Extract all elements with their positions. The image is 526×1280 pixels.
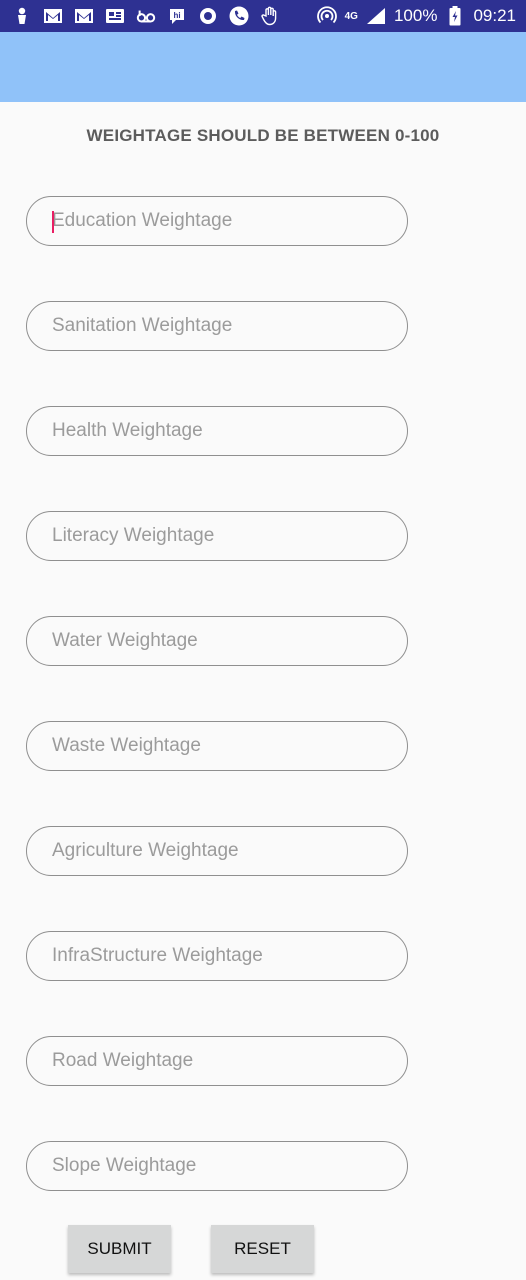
gmail-icon [43, 7, 63, 25]
water-weightage-field[interactable] [26, 616, 408, 666]
agriculture-weightage-input[interactable] [52, 840, 407, 862]
hike-icon: hi [167, 7, 187, 25]
phone-call-icon [229, 6, 249, 26]
signal-icon [366, 7, 386, 25]
clock: 09:21 [473, 6, 516, 25]
hand-icon [260, 6, 280, 26]
voicemail-icon [136, 7, 156, 25]
battery-percent: 100% [393, 6, 438, 25]
waste-weightage-input[interactable] [52, 735, 407, 757]
health-weightage-input[interactable] [52, 420, 407, 442]
text-cursor [52, 211, 54, 233]
notification-icons: hi [12, 6, 280, 26]
water-weightage-input[interactable] [52, 630, 407, 652]
submit-button[interactable]: SUBMIT [68, 1225, 171, 1273]
waste-weightage-field[interactable] [26, 721, 408, 771]
hotspot-icon [316, 6, 337, 25]
infrastructure-weightage-input[interactable] [52, 945, 407, 967]
app-bar [0, 32, 526, 102]
infrastructure-weightage-field[interactable] [26, 931, 408, 981]
network-badge: 4G [344, 10, 358, 22]
education-weightage-field[interactable] [26, 196, 408, 246]
agriculture-weightage-field[interactable] [26, 826, 408, 876]
slope-weightage-input[interactable] [52, 1155, 407, 1177]
news-icon [105, 7, 125, 25]
sanitation-weightage-field[interactable] [26, 301, 408, 351]
gmail-icon [74, 7, 94, 25]
sanitation-weightage-input[interactable] [52, 315, 407, 337]
literacy-weightage-input[interactable] [52, 525, 407, 547]
literacy-weightage-field[interactable] [26, 511, 408, 561]
system-icons: 4G 100% 09:21 [316, 6, 516, 26]
battery-icon [445, 6, 465, 26]
road-weightage-input[interactable] [52, 1050, 407, 1072]
status-bar: hi 4G 100% 09:21 [0, 0, 526, 32]
person-icon [12, 7, 32, 25]
reset-button[interactable]: RESET [211, 1225, 314, 1273]
svg-text:hi: hi [173, 11, 180, 20]
education-weightage-input[interactable] [52, 210, 407, 232]
health-weightage-field[interactable] [26, 406, 408, 456]
slope-weightage-field[interactable] [26, 1141, 408, 1191]
instruction-text: WEIGHTAGE SHOULD BE BETWEEN 0-100 [86, 126, 440, 145]
circle-app-icon [198, 7, 218, 25]
road-weightage-field[interactable] [26, 1036, 408, 1086]
